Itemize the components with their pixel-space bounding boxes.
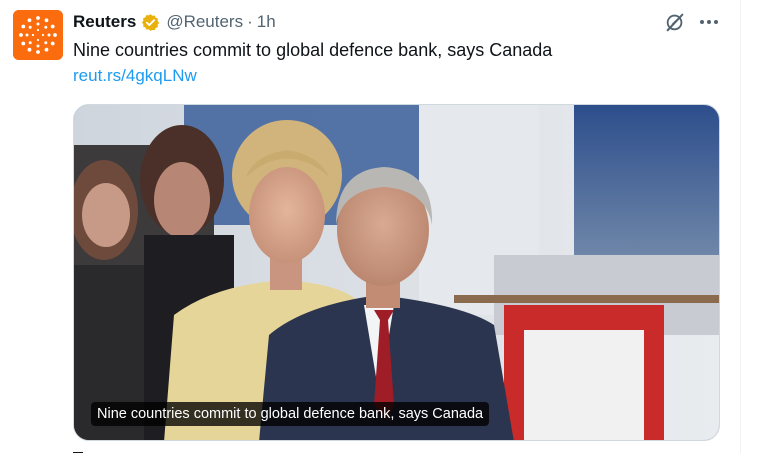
tweet-media-image[interactable] — [73, 104, 720, 441]
media-caption: Nine countries commit to global defence … — [91, 402, 490, 426]
account-handle[interactable]: @Reuters — [166, 12, 243, 32]
tweet-header: Reuters @Reuters · 1h — [73, 9, 276, 35]
separator-dot: · — [247, 12, 253, 31]
next-item-peek — [73, 446, 113, 453]
reuters-logo-icon — [13, 10, 63, 60]
more-dots-icon[interactable] — [698, 13, 720, 31]
column-border — [740, 0, 741, 453]
timestamp[interactable]: 1h — [257, 12, 276, 32]
account-name[interactable]: Reuters — [73, 12, 136, 32]
verified-badge-icon[interactable] — [141, 13, 160, 32]
avatar[interactable] — [13, 10, 63, 60]
tweet-text: Nine countries commit to global defence … — [73, 40, 553, 60]
tweet[interactable]: Reuters @Reuters · 1h Nine countries com… — [0, 0, 740, 453]
news-photo — [74, 105, 719, 440]
grok-icon[interactable] — [664, 11, 686, 33]
tweet-link[interactable]: reut.rs/4gkqLNw — [73, 64, 197, 88]
